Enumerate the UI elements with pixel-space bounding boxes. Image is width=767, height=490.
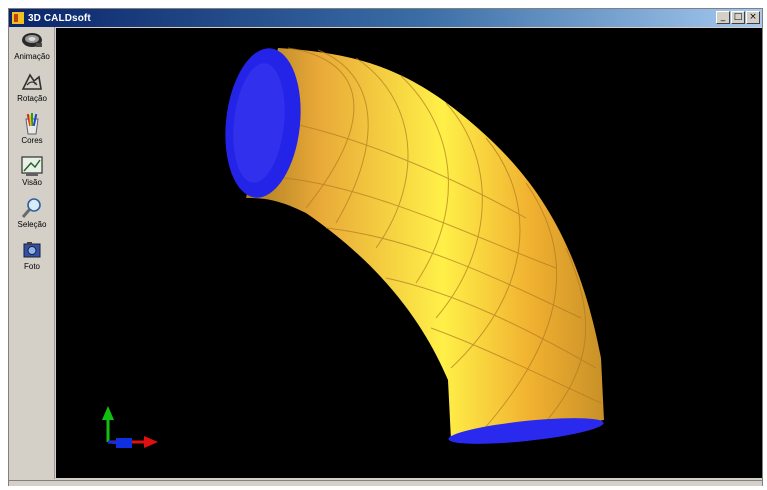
scene-render [102,47,604,448]
tool-photo[interactable]: Foto [9,239,55,279]
tool-colors-label: Cores [21,136,43,145]
tool-rotation-label: Rotação [17,94,47,103]
3d-viewport[interactable] [56,28,762,478]
rotation-icon [20,71,44,93]
minimize-button[interactable]: _ [716,11,730,24]
selection-icon [20,197,44,219]
tool-colors[interactable]: Cores [9,113,55,153]
app-icon [12,12,24,24]
tool-selection-label: Seleção [17,220,47,229]
tool-rotation[interactable]: Rotação [9,71,55,111]
title-bar[interactable]: 3D CALDsoft _ □ × [9,9,762,27]
left-toolbar: Animação Rotação Cores Visão Seleção Fot… [9,27,55,479]
status-bar [9,480,762,486]
tool-view-label: Visão [22,178,42,187]
tool-photo-label: Foto [23,262,40,271]
close-button[interactable]: × [746,11,760,24]
window-controls: _ □ × [716,11,760,24]
animation-icon [20,29,44,51]
tool-view[interactable]: Visão [9,155,55,195]
tool-animation[interactable]: Animação [9,29,55,69]
app-window: 3D CALDsoft _ □ × Animação Rotação Cores… [8,8,763,486]
window-title: 3D CALDsoft [28,12,91,24]
photo-icon [20,239,44,261]
tool-animation-label: Animação [14,52,50,61]
view-icon [20,155,44,177]
axis-triad [102,406,158,448]
colors-icon [20,113,44,135]
maximize-button[interactable]: □ [731,11,745,24]
tool-selection[interactable]: Seleção [9,197,55,237]
